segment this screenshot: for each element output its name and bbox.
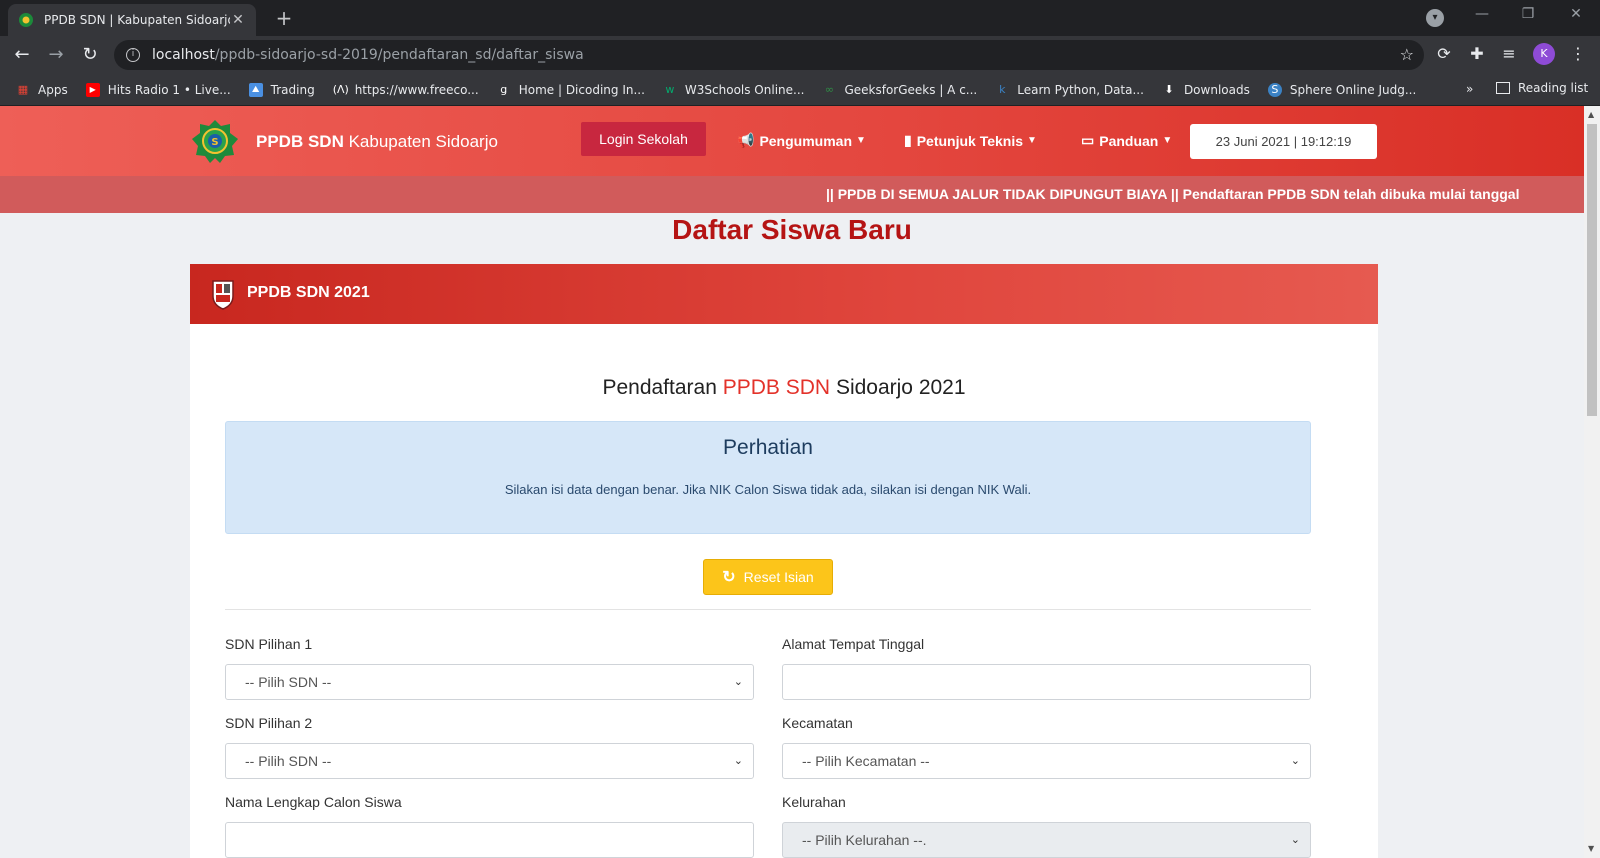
media-control-icon[interactable]: ≡ [1497,44,1521,63]
more-bookmarks-icon[interactable]: » [1466,82,1473,96]
chevron-down-icon: ▼ [1027,135,1037,146]
sync-icon[interactable]: ⟳ [1432,44,1456,63]
minimize-icon[interactable]: — [1462,6,1502,22]
trading-icon: ⛰ [248,82,263,97]
page-title: Daftar Siswa Baru [672,214,912,245]
reading-list-icon [1496,82,1510,94]
chevron-down-icon: ⌄ [733,676,743,688]
bookmark-downloads[interactable]: ⬇ Downloads [1162,83,1250,97]
announcement-marquee: || PPDB DI SEMUA JALUR TIDAK DIPUNGUT BI… [0,176,1584,213]
spoj-icon: S [1267,82,1282,97]
nav-panduan[interactable]: ▭ Panduan ▼ [1081,132,1172,149]
sdn-pilihan-2-select[interactable]: -- Pilih SDN -- ⌄ [225,743,754,779]
nama-lengkap-input[interactable] [225,822,754,858]
menu-kebab-icon[interactable]: ⋮ [1566,44,1590,63]
bookmark-learn-python[interactable]: k Learn Python, Data... [995,83,1144,97]
scroll-down-icon[interactable]: ▼ [1588,844,1594,853]
scroll-thumb[interactable] [1587,124,1597,416]
tab-search-icon[interactable]: ▾ [1426,9,1444,27]
chevron-down-icon: ▼ [856,135,866,146]
alert-heading: Perhatian [723,436,813,459]
scroll-up-icon[interactable]: ▲ [1588,110,1594,119]
chevron-down-icon: ⌄ [1290,755,1300,767]
url-host: localhost [152,47,215,63]
kelurahan-select[interactable]: -- Pilih Kelurahan --. ⌄ [782,822,1311,858]
sdn-pilihan-1-label: SDN Pilihan 1 [225,636,313,652]
bookmark-hits-radio[interactable]: ▶ Hits Radio 1 • Live... [85,82,231,97]
kecamatan-label: Kecamatan [782,715,853,731]
back-icon[interactable]: ← [10,44,34,65]
scroll-icon: ▭ [1081,132,1095,148]
browser-tab[interactable]: PPDB SDN | Kabupaten Sidoarjo ✕ [8,4,256,36]
profile-avatar[interactable]: K [1533,43,1555,65]
school-crest-icon [212,280,234,310]
bookmarks-bar: ▦ Apps ▶ Hits Radio 1 • Live... ⛰ Trading (… [0,74,1600,106]
form-title: Pendaftaran PPDB SDN Sidoarjo 2021 [602,376,966,399]
datacamp-icon: k [999,82,1006,96]
reset-isian-button[interactable]: ↻ Reset Isian [703,559,833,595]
svg-text:S: S [211,137,218,148]
alamat-label: Alamat Tempat Tinggal [782,636,925,652]
download-icon: ⬇ [1164,82,1174,96]
nav-petunjuk-teknis[interactable]: ▮ Petunjuk Teknis ▼ [904,132,1037,149]
reading-list-button[interactable]: Reading list [1496,81,1588,95]
bookmark-spoj[interactable]: S Sphere Online Judg... [1267,82,1416,97]
alamat-input[interactable] [782,664,1311,700]
address-bar[interactable]: i localhost /ppdb-sidoarjo-sd-2019/penda… [114,40,1424,70]
login-sekolah-button[interactable]: Login Sekolah [581,122,706,156]
url-path: /ppdb-sidoarjo-sd-2019/pendaftaran_sd/da… [214,47,584,63]
bookmark-trading[interactable]: ⛰ Trading [248,82,315,97]
site-favicon-icon [19,13,33,27]
bookmark-dicoding[interactable]: g Home | Dicoding In... [497,83,645,97]
nama-lengkap-label: Nama Lengkap Calon Siswa [225,794,402,810]
book-icon: ▮ [904,132,912,148]
chevron-down-icon: ⌄ [1290,834,1300,846]
bookmark-apps[interactable]: ▦ Apps [16,83,68,97]
extensions-icon[interactable]: ✚ [1465,44,1489,63]
browser-titlebar: PPDB SDN | Kabupaten Sidoarjo ✕ + ▾ — ❐ … [0,0,1600,36]
page-scrollbar[interactable]: ▲ ▼ [1584,106,1600,858]
site-header: S PPDB SDN Kabupaten Sidoarjo Login Seko… [0,106,1584,176]
dicoding-icon: g [500,82,508,96]
bookmark-freecodecamp[interactable]: (Λ) https://www.freeco... [333,83,479,97]
card-title: PPDB SDN 2021 [247,284,370,301]
site-info-icon[interactable]: i [126,48,140,62]
attention-alert: Perhatian Silakan isi data dengan benar.… [225,421,1311,534]
bookmark-star-icon[interactable]: ☆ [1400,45,1414,64]
sdn-pilihan-1-select[interactable]: -- Pilih SDN -- ⌄ [225,664,754,700]
date-time-display: 23 Juni 2021 | 19:12:19 [1190,124,1377,159]
marquee-text: || PPDB DI SEMUA JALUR TIDAK DIPUNGUT BI… [826,186,1520,202]
close-window-icon[interactable]: ✕ [1556,6,1596,22]
site-brand[interactable]: PPDB SDN Kabupaten Sidoarjo [256,132,498,152]
sdn-pilihan-2-label: SDN Pilihan 2 [225,715,313,731]
chevron-down-icon: ⌄ [733,755,743,767]
form-divider [225,609,1311,610]
freecodecamp-icon: (Λ) [332,82,349,96]
youtube-icon: ▶ [85,82,100,97]
page-viewport: S PPDB SDN Kabupaten Sidoarjo Login Seko… [0,106,1584,858]
bookmark-w3schools[interactable]: w W3Schools Online... [663,82,804,97]
alert-text: Silakan isi data dengan benar. Jika NIK … [504,482,1032,497]
chevron-down-icon: ▼ [1162,135,1173,146]
registration-card: PPDB SDN 2021 Pendaftaran PPDB SDN Sidoa… [190,264,1378,858]
sidoarjo-logo-icon: S [192,120,238,163]
tab-close-icon[interactable]: ✕ [230,12,246,28]
kelurahan-label: Kelurahan [782,794,846,810]
forward-icon[interactable]: → [44,44,68,65]
new-tab-icon[interactable]: + [272,6,296,30]
megaphone-icon: 📢 [737,132,755,148]
w3schools-icon: w [665,82,675,96]
kecamatan-select[interactable]: -- Pilih Kecamatan -- ⌄ [782,743,1311,779]
refresh-icon: ↻ [722,569,736,586]
geeksforgeeks-icon: ∞ [824,82,835,96]
tab-title: PPDB SDN | Kabupaten Sidoarjo [44,13,230,27]
nav-pengumuman[interactable]: 📢 Pengumuman ▼ [737,132,866,149]
apps-grid-icon: ▦ [17,82,29,96]
reload-icon[interactable]: ↻ [78,44,102,65]
bookmark-geeksforgeeks[interactable]: ∞ GeeksforGeeks | A c... [822,83,977,97]
browser-toolbar: ← → ↻ i localhost /ppdb-sidoarjo-sd-2019… [0,36,1600,74]
restore-icon[interactable]: ❐ [1508,6,1548,22]
card-header: PPDB SDN 2021 [190,264,1378,324]
